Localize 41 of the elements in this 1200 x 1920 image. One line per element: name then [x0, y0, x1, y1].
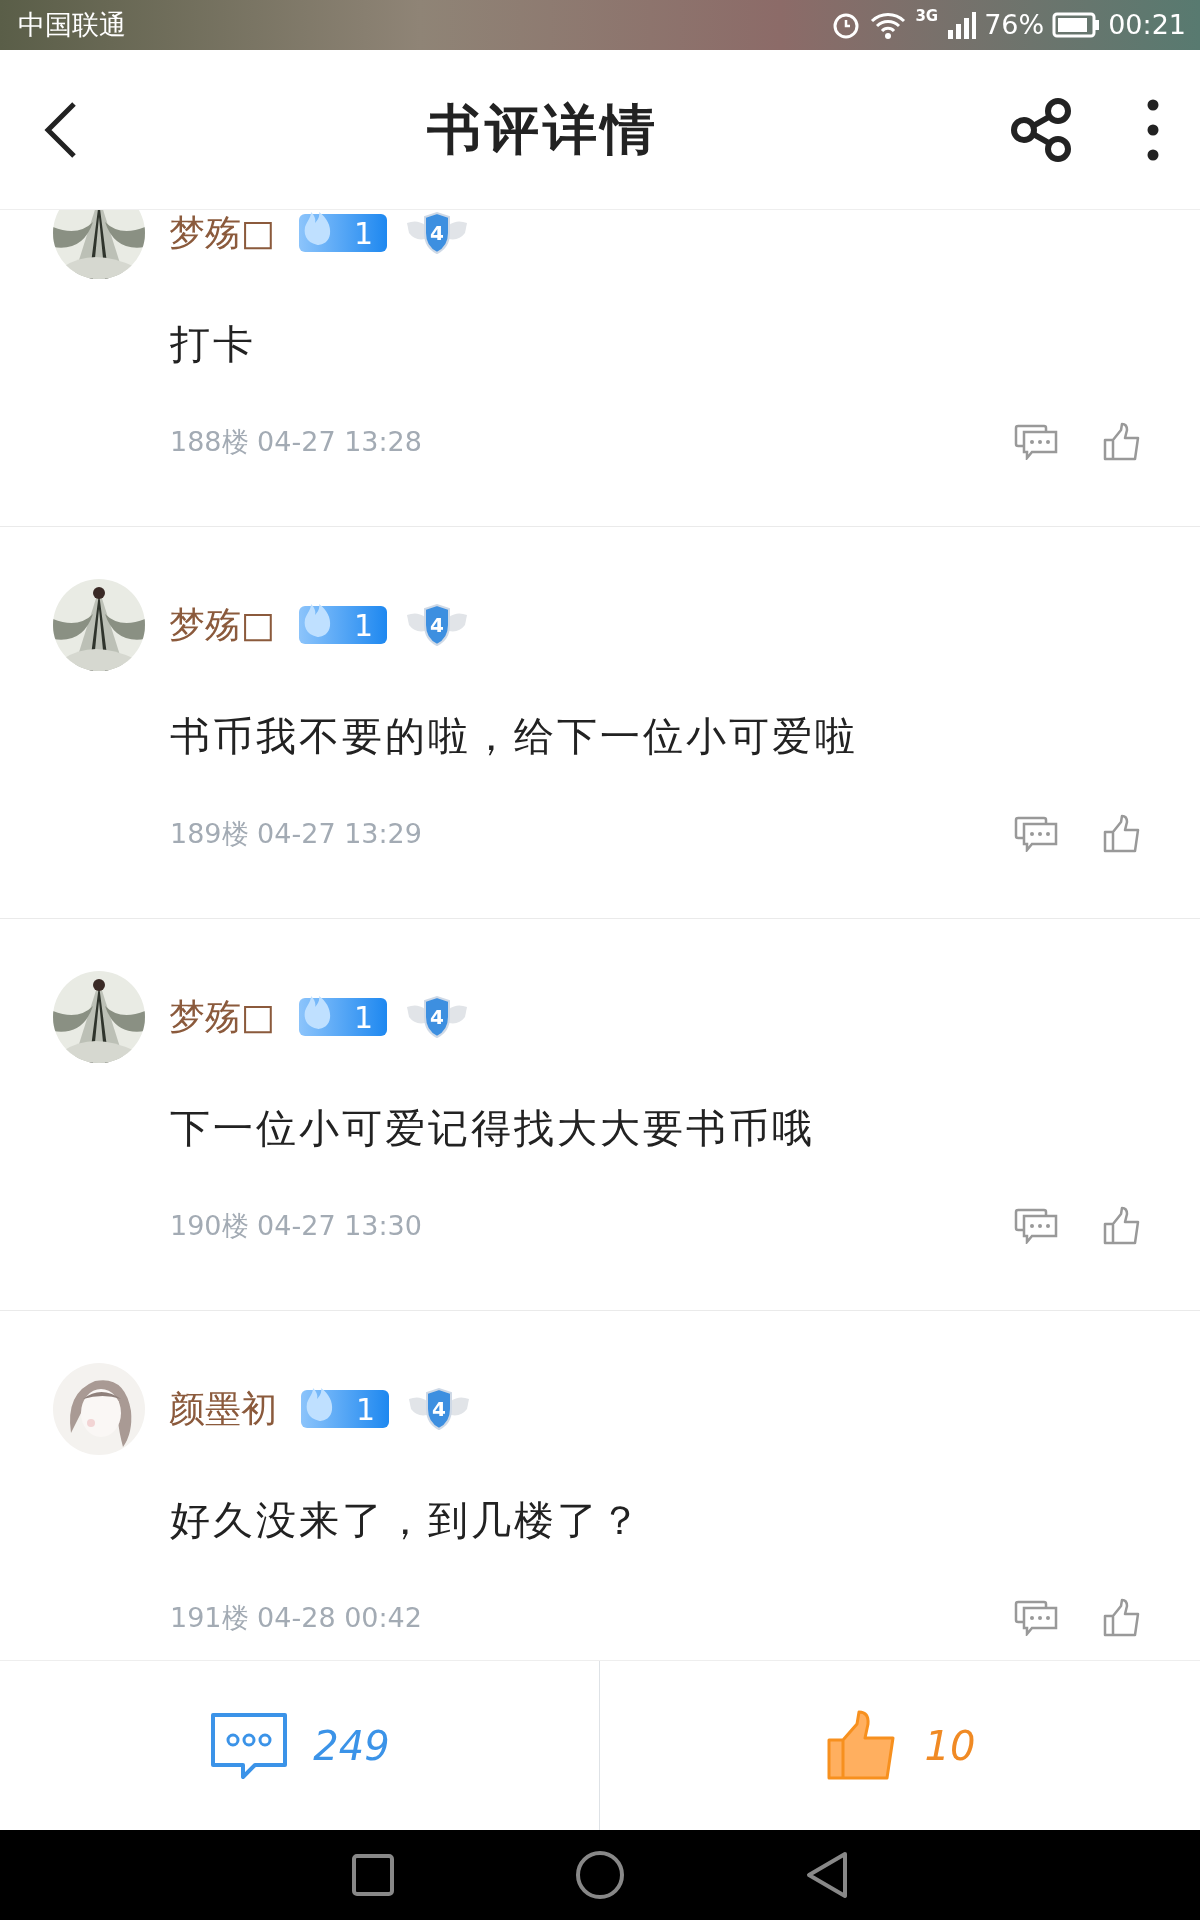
- level-badge: 1: [301, 1390, 389, 1428]
- level-badge: 1: [299, 998, 387, 1036]
- battery-percent: 76%: [984, 7, 1045, 42]
- rank-badge: 4: [405, 1387, 473, 1431]
- back-nav-icon[interactable]: [805, 1850, 849, 1900]
- signal-icon: [946, 10, 977, 40]
- rank-badge: 4: [403, 211, 471, 255]
- user-name[interactable]: 梦殇□: [169, 990, 275, 1044]
- wifi-icon: [869, 10, 908, 40]
- more-icon[interactable]: [1146, 97, 1160, 162]
- level-badge: 1: [299, 214, 387, 252]
- comment-text: 好久没来了，到几楼了？: [170, 1496, 644, 1545]
- reply-icon[interactable]: [1014, 424, 1058, 461]
- comment-text: 书币我不要的啦，给下一位小可爱啦: [170, 712, 859, 761]
- floor-time: 190楼 04-27 13:30: [170, 1209, 423, 1243]
- user-name[interactable]: 梦殇□: [169, 598, 275, 652]
- rank-badge: 4: [403, 995, 471, 1039]
- carrier-name: 中国联通: [18, 7, 126, 42]
- comment-text: 打卡: [170, 320, 257, 369]
- rank-badge: 4: [403, 603, 471, 647]
- clock-time: 00:21: [1108, 7, 1186, 42]
- floor-time: 189楼 04-27 13:29: [170, 817, 423, 851]
- battery-icon: [1052, 12, 1101, 38]
- floor-time: 188楼 04-27 13:28: [170, 425, 423, 459]
- home-icon[interactable]: [575, 1850, 625, 1900]
- level-badge: 1: [299, 606, 387, 644]
- user-name[interactable]: 梦殇□: [169, 210, 275, 260]
- page-title: 书评详情: [427, 98, 659, 161]
- thumbs-up-icon[interactable]: [1102, 422, 1142, 463]
- chat-bubble-icon: [209, 1710, 290, 1781]
- comment-text: 下一位小可爱记得找大大要书币哦: [170, 1104, 816, 1153]
- network-label: 3G: [915, 5, 939, 27]
- user-name[interactable]: 颜墨初: [169, 1382, 277, 1436]
- reply-icon[interactable]: [1014, 816, 1058, 853]
- reply-icon[interactable]: [1014, 1208, 1058, 1245]
- reply-icon[interactable]: [1014, 1600, 1058, 1637]
- thumbs-up-icon[interactable]: [1102, 1598, 1142, 1639]
- thumbs-up-icon[interactable]: [1102, 814, 1142, 855]
- floor-time: 191楼 04-28 00:42: [170, 1601, 423, 1635]
- thumbs-up-icon[interactable]: [1102, 1206, 1142, 1247]
- recent-apps-icon[interactable]: [351, 1853, 395, 1897]
